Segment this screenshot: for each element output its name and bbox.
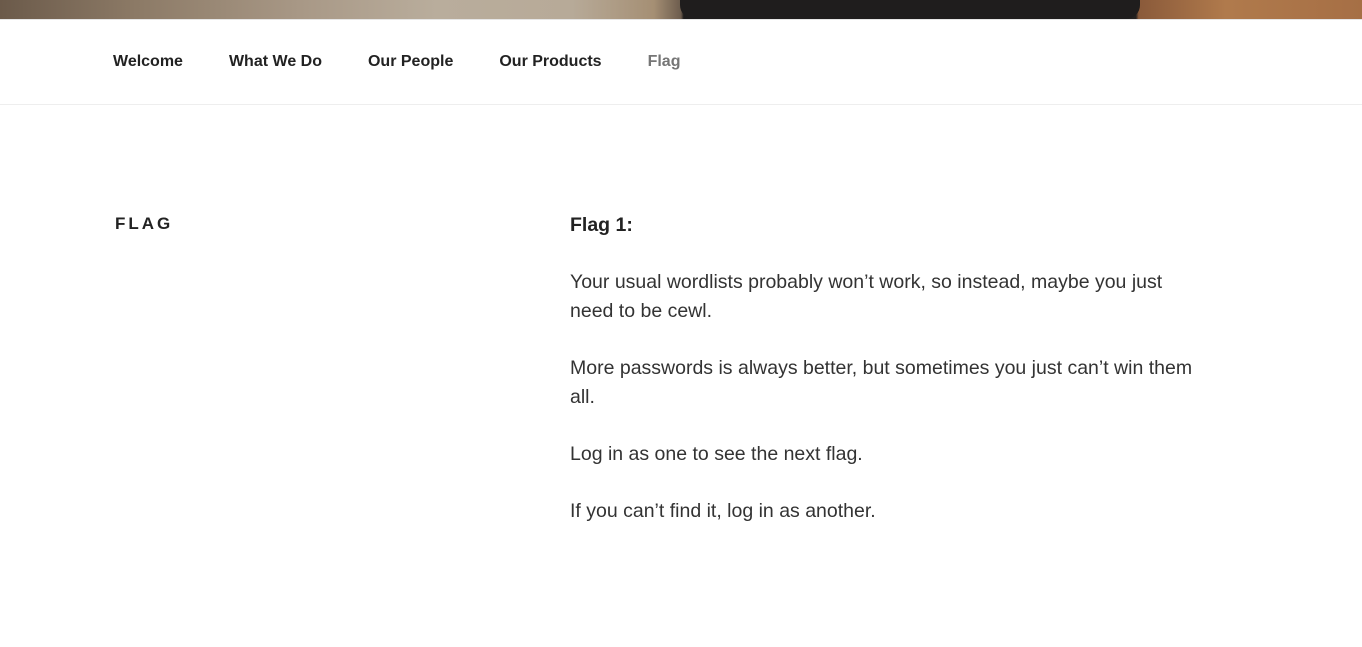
nav-item-flag[interactable]: Flag bbox=[648, 53, 681, 71]
nav-item-our-people[interactable]: Our People bbox=[368, 53, 453, 71]
paragraph-log-in: Log in as one to see the next flag. bbox=[570, 443, 863, 465]
paragraph-passwords: More passwords is always better, but som… bbox=[570, 357, 1193, 408]
entry-content: Flag 1: Your usual wordlists probably wo… bbox=[570, 211, 1210, 554]
paragraph-wordlists: Your usual wordlists probably won’t work… bbox=[570, 271, 1163, 322]
header-image-shape bbox=[680, 0, 1140, 19]
nav-menu: Welcome What We Do Our People Our Produc… bbox=[113, 53, 726, 71]
nav-item-our-products[interactable]: Our Products bbox=[499, 53, 601, 71]
page-title: Flag bbox=[115, 214, 174, 233]
nav-item-what-we-do[interactable]: What We Do bbox=[229, 53, 322, 71]
flag-heading: Flag 1: bbox=[570, 214, 633, 236]
header-image bbox=[0, 0, 1362, 19]
nav-item-welcome[interactable]: Welcome bbox=[113, 53, 183, 71]
top-navigation: Welcome What We Do Our People Our Produc… bbox=[0, 19, 1362, 105]
paragraph-log-in-another: If you can’t find it, log in as another. bbox=[570, 500, 876, 522]
